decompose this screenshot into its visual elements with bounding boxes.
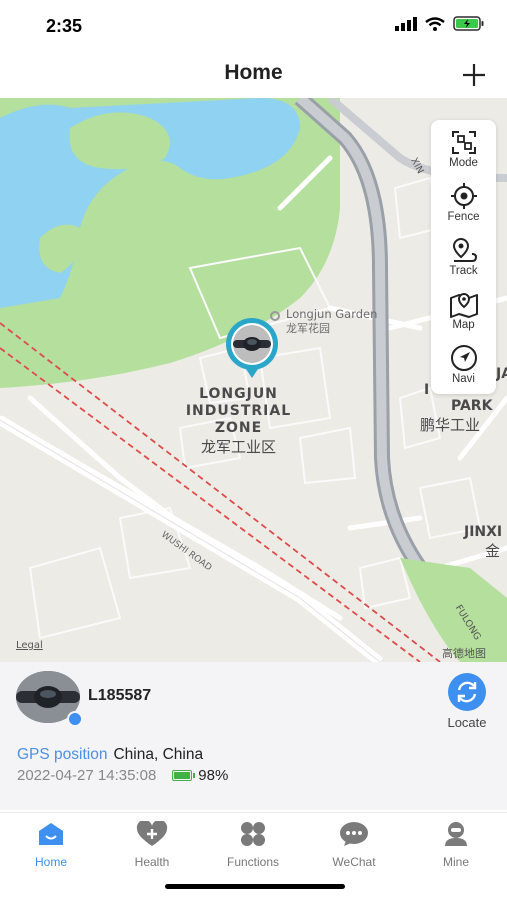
status-bar: 2:35 xyxy=(0,0,507,52)
tool-map[interactable]: Map xyxy=(431,286,496,340)
timestamp: 2022-04-27 14:35:08 xyxy=(17,767,157,784)
tool-navi[interactable]: Navi xyxy=(431,340,496,394)
tool-track-label: Track xyxy=(449,265,478,277)
map-label-jinxi-en: JINXI xyxy=(464,524,503,540)
status-icons xyxy=(395,16,485,31)
map-label-side-i: I xyxy=(424,382,430,398)
map-label-zone-cn: 龙军工业区 xyxy=(200,438,276,456)
battery-icon xyxy=(172,770,196,781)
gps-row: GPS position China, China xyxy=(17,746,203,764)
map-label-zone-1: LONGJUN xyxy=(199,386,278,402)
battery-fill xyxy=(174,772,190,779)
tab-home[interactable]: Home xyxy=(11,821,91,869)
map-label-garden-cn: 龙军花园 xyxy=(286,322,330,335)
map-label-jinxi-cn: 金 xyxy=(485,542,501,560)
home-indicator xyxy=(165,884,345,889)
nav-bar: Home xyxy=(0,52,507,99)
tool-fence[interactable]: Fence xyxy=(431,178,496,232)
tab-wechat-label: WeChat xyxy=(332,855,376,869)
locate-circle xyxy=(448,673,486,711)
tab-home-label: Home xyxy=(34,855,67,869)
battery-status-icon xyxy=(453,16,484,31)
device-name: L185587 xyxy=(88,687,152,704)
fence-icon xyxy=(450,183,477,209)
track-icon xyxy=(452,237,477,262)
functions-icon xyxy=(241,822,265,846)
tool-track[interactable]: Track xyxy=(431,232,496,286)
tab-functions[interactable]: Functions xyxy=(213,821,293,869)
tool-mode-label: Mode xyxy=(449,157,478,169)
map-label-garden-en: Longjun Garden xyxy=(286,307,378,321)
home-icon xyxy=(39,823,63,845)
health-icon xyxy=(136,819,168,846)
wechat-icon xyxy=(340,822,368,846)
battery-percent: 98% xyxy=(198,767,229,784)
navi-icon xyxy=(450,345,477,371)
mine-icon xyxy=(445,822,467,846)
tab-functions-label: Functions xyxy=(226,855,280,869)
map-toolbar: Mode Fence Track Map Navi xyxy=(431,120,496,394)
map-attribution: 高德地图 xyxy=(442,647,486,660)
tool-mode[interactable]: Mode xyxy=(431,124,496,178)
map-label-side-j: JA xyxy=(496,366,507,382)
map-label-park-en: PARK xyxy=(451,398,493,414)
gps-value: China, China xyxy=(113,746,204,763)
device-meta: 2022-04-27 14:35:08 98% xyxy=(17,767,228,784)
gps-label: GPS position xyxy=(17,746,108,763)
mode-icon xyxy=(451,131,476,154)
tab-health-label: Health xyxy=(134,855,170,869)
map-label-park-cn: 鹏华工业 xyxy=(420,416,481,434)
page-title: Home xyxy=(224,61,283,84)
wifi-icon xyxy=(425,16,445,31)
add-device-icon[interactable] xyxy=(461,62,487,88)
device-location-marker[interactable] xyxy=(219,316,285,382)
tab-wechat[interactable]: WeChat xyxy=(314,821,394,869)
tab-mine[interactable]: Mine xyxy=(416,821,496,869)
online-indicator xyxy=(67,711,83,727)
tool-map-label: Map xyxy=(452,319,475,331)
status-time: 2:35 xyxy=(46,16,83,36)
locate-button[interactable]: Locate xyxy=(438,673,496,730)
refresh-icon xyxy=(457,681,477,703)
tab-mine-label: Mine xyxy=(442,855,469,869)
signal-icon xyxy=(395,16,417,31)
map-label-zone-2: INDUSTRIAL xyxy=(185,403,292,419)
tool-fence-label: Fence xyxy=(447,211,480,223)
map-label-zone-3: ZONE xyxy=(214,420,263,436)
tab-health[interactable]: Health xyxy=(112,819,192,869)
map-legal-link[interactable]: Legal xyxy=(16,640,43,651)
locate-label: Locate xyxy=(447,715,487,730)
map-icon xyxy=(449,292,478,318)
tool-navi-label: Navi xyxy=(451,373,475,385)
